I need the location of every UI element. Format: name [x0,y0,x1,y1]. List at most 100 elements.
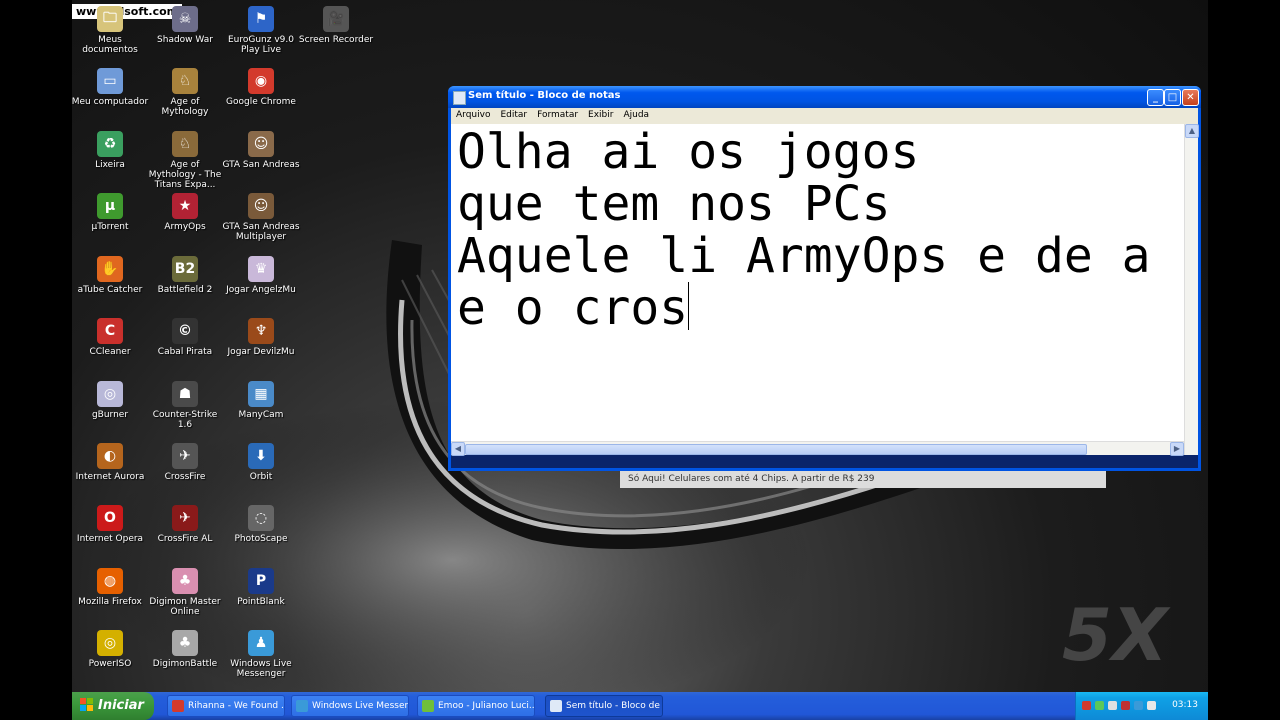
menu-arquivo[interactable]: Arquivo [451,108,495,120]
scroll-left-arrow-icon[interactable]: ◀ [451,442,465,456]
text-line: Olha ai os jogos [457,126,920,180]
desktop-icon-armyops[interactable]: ★ ArmyOps [146,193,224,232]
volume-icon[interactable] [1147,701,1156,710]
notepad-window[interactable]: Sem título - Bloco de notas _ □ ✕ Arquiv… [448,86,1201,471]
vertical-scrollbar[interactable]: ▲ [1184,124,1199,455]
menu-formatar[interactable]: Formatar [532,108,583,120]
desktop-icon-age-of-mythology-titans[interactable]: ♘ Age of Mythology - The Titans Expa... [146,131,224,190]
desktop-icon-digimonbattle[interactable]: ♣ DigimonBattle [146,630,224,669]
tray-icon-3[interactable] [1108,701,1117,710]
desktop-icon-gburner[interactable]: ◎ gBurner [71,381,149,420]
clock[interactable]: 03:13 [1172,700,1198,710]
notepad-text-area[interactable]: Olha ai os jogos que tem nos PCs Aquele li… [451,124,1199,456]
menu-exibir[interactable]: Exibir [583,108,618,120]
taskbar-item-notepad[interactable]: Sem título - Bloco de ... [545,695,663,717]
desktop-icon-utorrent[interactable]: µ µTorrent [71,193,149,232]
desktop-icon-label: Battlefield 2 [157,285,213,295]
desktop-icon-orbit[interactable]: ⬇ Orbit [222,443,300,482]
counter-strike-icon: ☗ [172,381,198,407]
minimize-button[interactable]: _ [1147,89,1164,106]
desktop-icon-atube-catcher[interactable]: ✋ aTube Catcher [71,256,149,295]
recycle-bin-icon: ♻ [97,131,123,157]
scroll-right-arrow-icon[interactable]: ▶ [1170,442,1184,456]
tray-icon-1[interactable] [1082,701,1091,710]
ad-banner[interactable]: Só Aqui! Celulares com até 4 Chips. A pa… [620,471,1106,488]
desktop-icon-crossfire[interactable]: ✈ CrossFire [146,443,224,482]
desktop-icon-label: Jogar DevilzMu [227,347,295,357]
menu-ajuda[interactable]: Ajuda [618,108,654,120]
desktop-icon-label: Internet Opera [76,534,144,544]
utorrent-icon: µ [97,193,123,219]
taskbar-item-messenger[interactable]: Windows Live Messen... [291,695,409,717]
tray-icon-2[interactable] [1095,701,1104,710]
desktop-icon-screen-recorder[interactable]: 🎥 Screen Recorder [297,6,375,45]
digimon-master-icon: ♣ [172,568,198,594]
desktop-icon-battlefield2[interactable]: B2 Battlefield 2 [146,256,224,295]
desktop-icon-label: CCleaner [89,347,131,357]
msn-messenger-icon [296,700,308,712]
desktop-icon-angelzmu[interactable]: ♛ Jogar AngelzMu [222,256,300,295]
desktop-icon-shadow-war[interactable]: ☠ Shadow War [146,6,224,45]
notepad-text-content[interactable]: Olha ai os jogos que tem nos PCs Aquele li… [457,126,1182,334]
desktop-icon-label: Meus documentos [82,35,138,55]
start-button[interactable]: Iniciar [72,692,154,720]
angelzmu-icon: ♛ [248,256,274,282]
desktop-icon-gta-sa[interactable]: ☺ GTA San Andreas [222,131,300,170]
menu-editar[interactable]: Editar [495,108,532,120]
desktop-icon-label: CrossFire [164,472,206,482]
battlefield2-icon: B2 [172,256,198,282]
desktop-icon-recycle-bin[interactable]: ♻ Lixeira [71,131,149,170]
taskbar-item-label: Emoo - Julianoo Luci... [438,701,535,711]
desktop-icon-opera[interactable]: O Internet Opera [71,505,149,544]
notepad-icon [550,700,562,712]
ad-text: Só Aqui! Celulares com até 4 Chips. A pa… [628,474,875,484]
desktop-icon-label: aTube Catcher [77,285,143,295]
taskbar-item-chrome[interactable]: Rihanna - We Found ... [167,695,285,717]
eurogunz-icon: ⚑ [248,6,274,32]
desktop-icon-photoscape[interactable]: ◌ PhotoScape [222,505,300,544]
desktop-icon-crossfire-al[interactable]: ✈ CrossFire AL [146,505,224,544]
windows-flag-icon [80,698,93,711]
desktop-icon-label: EuroGunz v9.0 Play Live [227,35,294,55]
desktop-icon-gta-samp[interactable]: ☺ GTA San Andreas Multiplayer [222,193,300,242]
desktop-icon-manycam[interactable]: ▦ ManyCam [222,381,300,420]
desktop-icon-label: Google Chrome [226,97,296,107]
desktop-icon-cabal[interactable]: © Cabal Pirata [146,318,224,357]
desktop-icon-label: Cabal Pirata [157,347,213,357]
chrome-icon: ◉ [248,68,274,94]
scroll-up-arrow-icon[interactable]: ▲ [1185,124,1199,138]
desktop-icon-my-documents[interactable]: 🗀 Meus documentos [71,6,149,55]
desktop-icon-counter-strike[interactable]: ☗ Counter-Strike 1.6 [146,381,224,430]
desktop-icon-digimon-master[interactable]: ♣ Digimon Master Online [146,568,224,617]
taskbar-item-conversation[interactable]: Emoo - Julianoo Luci... [417,695,535,717]
shadow-war-icon: ☠ [172,6,198,32]
desktop-icon-label: µTorrent [91,222,129,232]
horizontal-scroll-thumb[interactable] [465,444,1087,455]
maximize-button[interactable]: □ [1164,89,1181,106]
armyops-icon: ★ [172,193,198,219]
notepad-title-bar[interactable]: Sem título - Bloco de notas _ □ ✕ [448,86,1201,108]
desktop-icon-label: PhotoScape [234,534,288,544]
desktop-icon-pointblank[interactable]: P PointBlank [222,568,300,607]
desktop-icon-internet-aurora[interactable]: ◐ Internet Aurora [71,443,149,482]
tray-icon-4[interactable] [1121,701,1130,710]
close-button[interactable]: ✕ [1182,89,1199,106]
desktop-icon-label: Shadow War [157,35,213,45]
desktop-icon-firefox[interactable]: ◍ Mozilla Firefox [71,568,149,607]
age-of-mythology-titans-icon: ♘ [172,131,198,157]
desktop-icon-ccleaner[interactable]: C CCleaner [71,318,149,357]
screen-recorder-icon: 🎥 [323,6,349,32]
horizontal-scrollbar[interactable]: ◀ ▶ [451,441,1184,456]
tray-icon-5[interactable] [1134,701,1143,710]
poweriso-icon: ◎ [97,630,123,656]
desktop-icon-label: Counter-Strike 1.6 [152,410,218,430]
desktop-icon-devilzmu[interactable]: ♆ Jogar DevilzMu [222,318,300,357]
desktop-icon-age-of-mythology[interactable]: ♘ Age of Mythology [146,68,224,117]
desktop-icon-chrome[interactable]: ◉ Google Chrome [222,68,300,107]
desktop-icon-label: ManyCam [238,410,284,420]
desktop-icon-eurogunz[interactable]: ⚑ EuroGunz v9.0 Play Live [222,6,300,55]
desktop-icon-my-computer[interactable]: ▭ Meu computador [71,68,149,107]
desktop-icon-label: DigimonBattle [152,659,218,669]
desktop-icon-poweriso[interactable]: ◎ PowerISO [71,630,149,669]
desktop-icon-msn-messenger[interactable]: ♟ Windows Live Messenger [222,630,300,679]
